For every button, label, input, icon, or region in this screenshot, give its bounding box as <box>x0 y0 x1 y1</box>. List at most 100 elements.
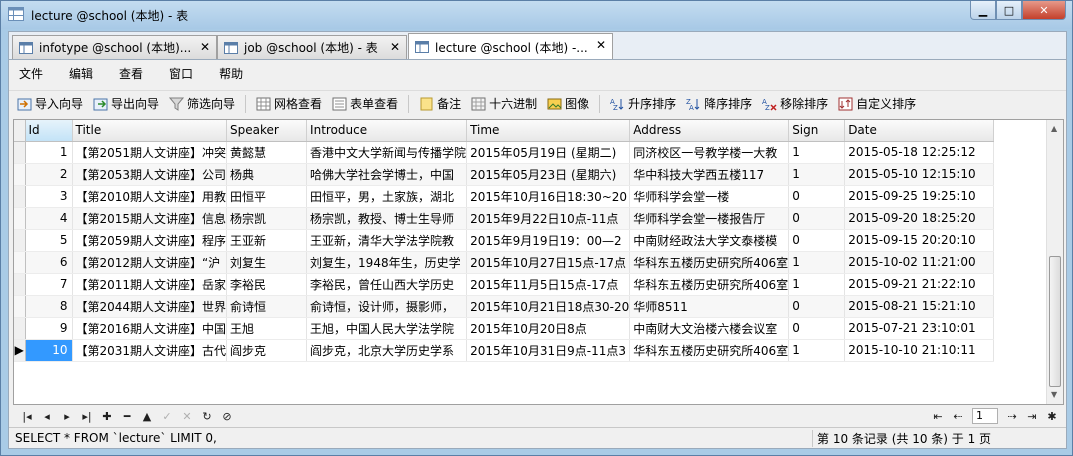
cell-date[interactable]: 2015-10-10 21:10:11 <box>844 339 995 362</box>
cell-sign[interactable]: 1 <box>788 273 846 296</box>
cell-title[interactable]: 【第2051期人文讲座】冲突 <box>72 141 228 164</box>
hex-button[interactable]: 十六进制 <box>471 95 537 112</box>
table-row[interactable]: 7 【第2011期人文讲座】岳家 李裕民 李裕民，曾任山西大学历史 2015年11月5日… <box>14 273 995 296</box>
cell-title[interactable]: 【第2011期人文讲座】岳家 <box>72 273 228 296</box>
cell-sign[interactable]: 0 <box>788 317 846 340</box>
last-page-icon[interactable]: ⇥ <box>1022 410 1042 423</box>
cell-introduce[interactable]: 田恒平，男，土家族，湖北 <box>306 185 468 208</box>
cell-time[interactable]: 2015年05月23日 (星期六) <box>466 163 631 186</box>
cell-title[interactable]: 【第2015期人文讲座】信息 <box>72 207 228 230</box>
cell-date[interactable]: 2015-09-25 19:25:10 <box>844 185 995 208</box>
table-row[interactable]: 8 【第2044期人文讲座】世界 俞诗恒 俞诗恒，设计师，摄影师， 2015年10月21… <box>14 295 995 318</box>
cell-time[interactable]: 2015年9月22日10点-11点 <box>466 207 631 230</box>
cell-sign[interactable]: 1 <box>788 141 846 164</box>
cell-time[interactable]: 2015年11月5日15点-17点 <box>466 273 631 296</box>
menu-window[interactable]: 窗口 <box>169 65 193 82</box>
column-header-date[interactable]: Date <box>844 120 995 142</box>
cell-sign[interactable]: 0 <box>788 295 846 318</box>
last-record-icon[interactable]: ▸| <box>77 410 97 423</box>
column-header-title[interactable]: Title <box>72 120 228 142</box>
image-button[interactable]: 图像 <box>547 95 589 112</box>
cell-id[interactable]: 5 <box>25 229 73 252</box>
column-header-address[interactable]: Address <box>629 120 790 142</box>
cell-introduce[interactable]: 王旭，中国人民大学法学院 <box>306 317 468 340</box>
cell-title[interactable]: 【第2053期人文讲座】公司 <box>72 163 228 186</box>
menu-file[interactable]: 文件 <box>19 65 43 82</box>
menu-edit[interactable]: 编辑 <box>69 65 93 82</box>
cell-date[interactable]: 2015-05-10 12:15:10 <box>844 163 995 186</box>
tab-infotype[interactable]: infotype @school (本地)... ✕ <box>12 35 217 59</box>
export-wizard-button[interactable]: 导出向导 <box>93 95 159 112</box>
cell-introduce[interactable]: 阎步克，北京大学历史学系 <box>306 339 468 362</box>
minimize-button[interactable]: ▁ <box>970 1 996 20</box>
cell-address[interactable]: 华师8511 <box>629 295 790 318</box>
tab-lecture[interactable]: lecture @school (本地) -... ✕ <box>408 33 613 60</box>
cell-id[interactable]: 1 <box>25 141 73 164</box>
table-row[interactable]: ▶ 10 【第2031期人文讲座】古代 阎步克 阎步克，北京大学历史学系 2015年10月… <box>14 339 995 362</box>
cell-sign[interactable]: 1 <box>788 163 846 186</box>
cell-introduce[interactable]: 哈佛大学社会学博士，中国 <box>306 163 468 186</box>
cell-speaker[interactable]: 李裕民 <box>226 273 308 296</box>
cell-sign[interactable]: 0 <box>788 185 846 208</box>
column-header-time[interactable]: Time <box>466 120 631 142</box>
cell-time[interactable]: 2015年10月27日15点-17点 <box>466 251 631 274</box>
first-record-icon[interactable]: |◂ <box>17 410 37 423</box>
cell-date[interactable]: 2015-09-21 21:22:10 <box>844 273 995 296</box>
cell-time[interactable]: 2015年10月16日18:30~20 <box>466 185 631 208</box>
cell-speaker[interactable]: 阎步克 <box>226 339 308 362</box>
sort-ascending-button[interactable]: AZ 升序排序 <box>610 95 676 112</box>
row-indicator[interactable] <box>14 229 26 252</box>
cell-introduce[interactable]: 香港中文大学新闻与传播学院 <box>306 141 468 164</box>
menu-help[interactable]: 帮助 <box>219 65 243 82</box>
cell-date[interactable]: 2015-09-15 20:20:10 <box>844 229 995 252</box>
row-indicator[interactable] <box>14 207 26 230</box>
cell-title[interactable]: 【第2044期人文讲座】世界 <box>72 295 228 318</box>
cell-sign[interactable]: 1 <box>788 251 846 274</box>
row-indicator[interactable] <box>14 163 26 186</box>
cell-address[interactable]: 华科东五楼历史研究所406室 <box>629 251 790 274</box>
vertical-scrollbar[interactable]: ▲ ▼ <box>1046 120 1063 404</box>
cell-address[interactable]: 同济校区一号教学楼一大教 <box>629 141 790 164</box>
cell-date[interactable]: 2015-08-21 15:21:10 <box>844 295 995 318</box>
cell-id[interactable]: 7 <box>25 273 73 296</box>
row-indicator[interactable] <box>14 141 26 164</box>
sort-descending-button[interactable]: ZA 降序排序 <box>686 95 752 112</box>
cell-sign[interactable]: 0 <box>788 229 846 252</box>
cell-address[interactable]: 华科东五楼历史研究所406室 <box>629 339 790 362</box>
cell-date[interactable]: 2015-10-02 11:21:00 <box>844 251 995 274</box>
next-record-icon[interactable]: ▸ <box>57 410 77 423</box>
cell-speaker[interactable]: 黄懿慧 <box>226 141 308 164</box>
cell-speaker[interactable]: 刘复生 <box>226 251 308 274</box>
cell-introduce[interactable]: 杨宗凯，教授、博士生导师 <box>306 207 468 230</box>
tab-close-icon[interactable]: ✕ <box>390 40 400 54</box>
cell-id[interactable]: 8 <box>25 295 73 318</box>
scroll-up-icon[interactable]: ▲ <box>1051 124 1057 133</box>
apply-changes-icon[interactable]: ✓ <box>157 410 177 423</box>
cell-title[interactable]: 【第2059期人文讲座】程序 <box>72 229 228 252</box>
remove-sort-button[interactable]: AZ 移除排序 <box>762 95 828 112</box>
cell-title[interactable]: 【第2016期人文讲座】中国 <box>72 317 228 340</box>
cell-time[interactable]: 2015年05月19日 (星期二) <box>466 141 631 164</box>
grid-view-button[interactable]: 网格查看 <box>256 95 322 112</box>
title-bar[interactable]: lecture @school (本地) - 表 ▁ □ ✕ <box>1 1 1072 29</box>
cell-date[interactable]: 2015-05-18 12:25:12 <box>844 141 995 164</box>
table-row[interactable]: 5 【第2059期人文讲座】程序 王亚新 王亚新，清华大学法学院教 2015年9月19日… <box>14 229 995 252</box>
row-indicator[interactable] <box>14 251 26 274</box>
memo-button[interactable]: 备注 <box>419 95 461 112</box>
cell-title[interactable]: 【第2012期人文讲座】“沪 <box>72 251 228 274</box>
prior-record-icon[interactable]: ◂ <box>37 410 57 423</box>
tab-job[interactable]: job @school (本地) - 表 ✕ <box>217 35 407 59</box>
tab-close-icon[interactable]: ✕ <box>596 38 606 52</box>
custom-sort-button[interactable]: 自定义排序 <box>838 95 916 112</box>
column-header-introduce[interactable]: Introduce <box>306 120 468 142</box>
table-row[interactable]: 9 【第2016期人文讲座】中国 王旭 王旭，中国人民大学法学院 2015年10月20日… <box>14 317 995 340</box>
cancel-changes-icon[interactable]: ✕ <box>177 410 197 423</box>
row-indicator[interactable] <box>14 317 26 340</box>
cell-date[interactable]: 2015-07-21 23:10:01 <box>844 317 995 340</box>
cell-introduce[interactable]: 刘复生，1948年生，历史学 <box>306 251 468 274</box>
cell-id[interactable]: 4 <box>25 207 73 230</box>
settings-icon[interactable]: ✱ <box>1042 410 1062 423</box>
page-number-field[interactable]: 1 <box>972 408 998 424</box>
cell-sign[interactable]: 0 <box>788 207 846 230</box>
cell-speaker[interactable]: 王旭 <box>226 317 308 340</box>
